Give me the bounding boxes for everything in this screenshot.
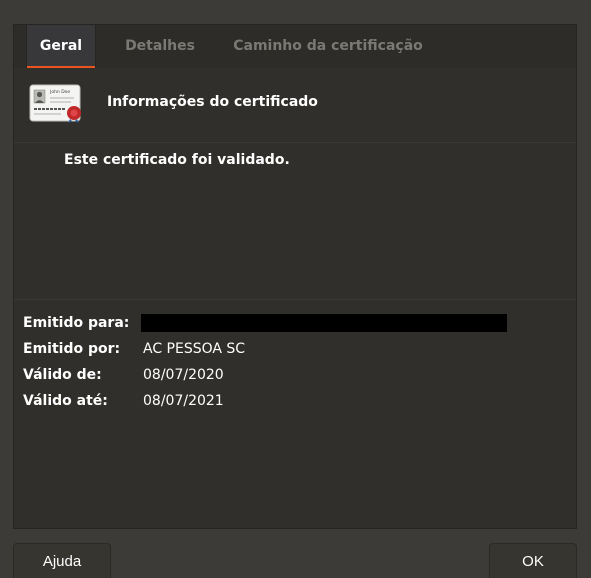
tab-detalhes[interactable]: Detalhes [110,25,210,67]
issued-by-label: Emitido por: [23,341,121,357]
certificate-header: John Doe Informações do certificado [14,68,576,143]
section-divider [14,299,576,300]
tab-bar: Geral Detalhes Caminho da certificação [14,25,576,69]
certificate-viewer-window: Geral Detalhes Caminho da certificação J… [0,0,591,578]
valid-from-label: Válido de: [23,367,102,383]
issued-to-redacted-value [141,314,507,332]
valid-from-value: 08/07/2020 [143,367,224,383]
issued-by-row: Emitido por: AC PESSOA SC [23,336,563,362]
valid-from-row: Válido de: 08/07/2020 [23,362,563,388]
valid-until-value: 08/07/2021 [143,393,224,409]
help-button[interactable]: Ajuda [13,543,111,578]
certificate-info-title: Informações do certificado [107,94,318,110]
issued-by-value: AC PESSOA SC [143,341,246,357]
valid-until-label: Válido até: [23,393,108,409]
tab-caminho-certificacao[interactable]: Caminho da certificação [220,25,436,67]
certificate-details: Emitido para: Emitido por: AC PESSOA SC … [23,310,563,414]
ok-button[interactable]: OK [489,543,577,578]
certificate-icon-name-text: John Doe [49,89,70,95]
tab-geral[interactable]: Geral [26,25,96,68]
general-tab-content: John Doe Informações do certificado Este… [14,68,576,528]
valid-until-row: Válido até: 08/07/2021 [23,388,563,414]
issued-to-label: Emitido para: [23,315,130,331]
validation-status: Este certificado foi validado. [64,152,290,168]
tab-notebook: Geral Detalhes Caminho da certificação J… [13,24,577,529]
issued-to-row: Emitido para: [23,310,563,336]
certificate-icon: John Doe [29,84,81,123]
